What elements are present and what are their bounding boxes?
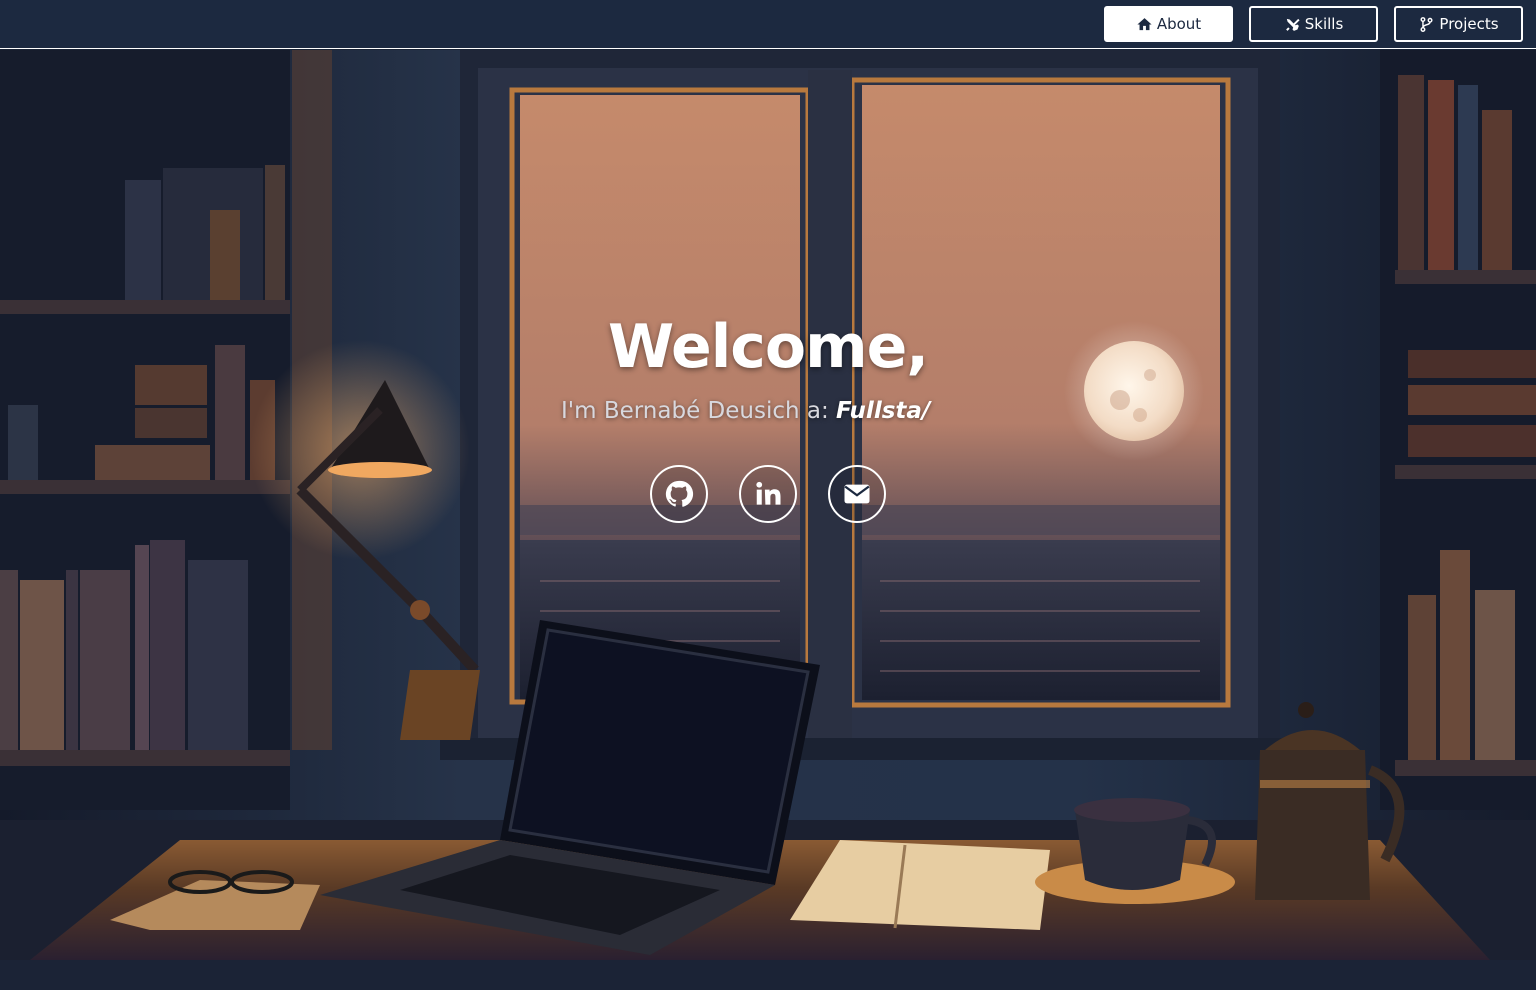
- top-navbar: About Skills Projects: [0, 0, 1536, 49]
- github-link[interactable]: [650, 465, 708, 523]
- tools-icon: [1285, 18, 1300, 31]
- projects-button[interactable]: Projects: [1394, 6, 1523, 42]
- git-branch-icon: [1420, 16, 1433, 32]
- about-label: About: [1156, 15, 1202, 33]
- skills-button[interactable]: Skills: [1249, 6, 1378, 42]
- envelope-icon: [844, 484, 870, 504]
- home-icon: [1137, 17, 1152, 30]
- projects-label: Projects: [1439, 15, 1499, 33]
- social-links: [650, 465, 886, 523]
- skills-label: Skills: [1304, 15, 1344, 33]
- linkedin-link[interactable]: [739, 465, 797, 523]
- about-button[interactable]: About: [1104, 6, 1233, 42]
- hero-subtitle-prefix: I'm Bernabé Deusich a:: [561, 398, 837, 424]
- hero-title: Welcome,: [608, 312, 929, 382]
- linkedin-icon: [756, 481, 781, 505]
- email-link[interactable]: [828, 465, 886, 523]
- github-icon: [665, 480, 694, 507]
- hero-section: Welcome, I'm Bernabé Deusich a: Fullsta/: [0, 50, 1536, 990]
- hero-subtitle: I'm Bernabé Deusich a: Fullsta/: [561, 398, 930, 424]
- typed-role-text: Fullsta/: [836, 398, 931, 424]
